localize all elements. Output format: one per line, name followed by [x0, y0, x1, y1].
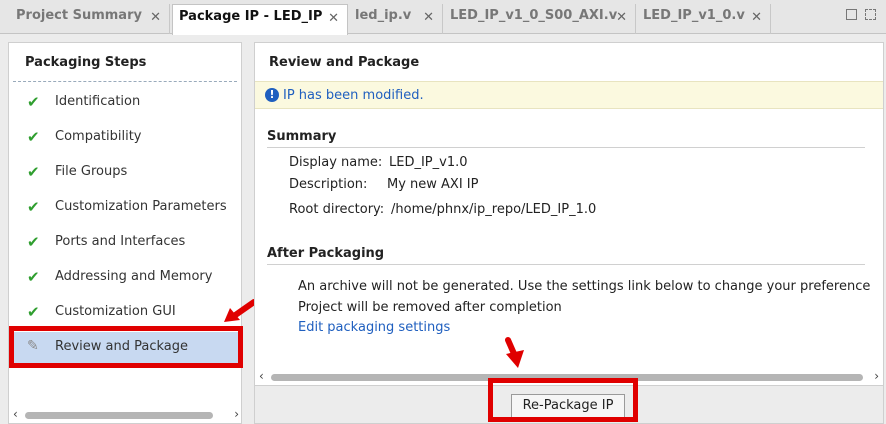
project-note: Project will be removed after completion [298, 300, 562, 315]
tab-label: LED_IP_v1_0_S00_AXI.v [450, 8, 618, 23]
restore-icon[interactable] [865, 9, 876, 20]
tab-led-ip-s00-axi[interactable]: LED_IP_v1_0_S00_AXI.v ✕ [444, 4, 636, 34]
highlight-box [9, 326, 243, 368]
tab-label: led_ip.v [355, 8, 412, 23]
maximize-icon[interactable] [846, 9, 857, 20]
review-package-panel: Review and Package ! IP has been modifie… [254, 42, 884, 424]
step-customization-parameters[interactable]: ✔ Customization Parameters [13, 192, 239, 224]
step-label: Addressing and Memory [55, 269, 213, 284]
info-text: IP has been modified. [283, 88, 424, 103]
root-directory-label: Root directory: [289, 202, 385, 217]
archive-note: An archive will not be generated. Use th… [298, 279, 871, 294]
step-customization-gui[interactable]: ✔ Customization GUI [13, 297, 239, 329]
step-identification[interactable]: ✔ Identification [13, 87, 239, 119]
step-label: Customization GUI [55, 304, 176, 319]
annotation-arrow-icon [505, 337, 524, 368]
tab-label: Project Summary [16, 8, 142, 23]
close-icon[interactable]: ✕ [150, 10, 161, 25]
highlight-box [488, 378, 638, 422]
divider [267, 147, 865, 148]
tab-led-ip-v1-0[interactable]: LED_IP_v1_0.v ✕ [637, 4, 771, 34]
section-title: Summary [267, 129, 337, 144]
check-icon: ✔ [27, 93, 40, 111]
close-icon[interactable]: ✕ [616, 10, 627, 25]
check-icon: ✔ [27, 303, 40, 321]
tab-package-ip[interactable]: Package IP - LED_IP ✕ [172, 4, 348, 35]
check-icon: ✔ [27, 233, 40, 251]
description-label: Description: [289, 177, 368, 192]
info-icon: ! [265, 88, 279, 102]
check-icon: ✔ [27, 128, 40, 146]
scroll-left-icon[interactable]: ‹ [259, 369, 264, 383]
step-compatibility[interactable]: ✔ Compatibility [13, 122, 239, 154]
tab-led-ip-v[interactable]: led_ip.v ✕ [349, 4, 443, 34]
close-icon[interactable]: ✕ [328, 11, 339, 26]
panel-title: Packaging Steps [25, 55, 147, 70]
tab-project-summary[interactable]: Project Summary ✕ [10, 4, 170, 34]
panel-title: Review and Package [269, 55, 420, 70]
tab-label: Package IP - LED_IP [179, 9, 323, 24]
divider [267, 264, 865, 265]
tab-label: LED_IP_v1_0.v [643, 8, 745, 23]
horizontal-scrollbar[interactable]: ‹ › [13, 407, 239, 421]
step-label: Identification [55, 94, 141, 109]
scroll-right-icon[interactable]: › [874, 369, 879, 383]
close-icon[interactable]: ✕ [751, 10, 762, 25]
scroll-right-icon[interactable]: › [234, 407, 239, 421]
step-label: Customization Parameters [55, 199, 227, 214]
tab-bar: Project Summary ✕ Package IP - LED_IP ✕ … [0, 0, 886, 35]
step-label: File Groups [55, 164, 128, 179]
close-icon[interactable]: ✕ [423, 10, 434, 25]
divider [13, 81, 237, 82]
step-ports-and-interfaces[interactable]: ✔ Ports and Interfaces [13, 227, 239, 259]
check-icon: ✔ [27, 198, 40, 216]
description-value: My new AXI IP [387, 177, 479, 192]
root-directory-value: /home/phnx/ip_repo/LED_IP_1.0 [391, 202, 597, 217]
annotation-arrow-icon [224, 299, 257, 322]
display-name-label: Display name: [289, 155, 383, 170]
scroll-left-icon[interactable]: ‹ [13, 407, 18, 421]
step-label: Ports and Interfaces [55, 234, 186, 249]
section-title: After Packaging [267, 246, 385, 261]
check-icon: ✔ [27, 268, 40, 286]
step-addressing-and-memory[interactable]: ✔ Addressing and Memory [13, 262, 239, 294]
info-banner: ! IP has been modified. [255, 81, 883, 109]
edit-packaging-settings-link[interactable]: Edit packaging settings [298, 320, 450, 335]
step-label: Compatibility [55, 129, 142, 144]
step-file-groups[interactable]: ✔ File Groups [13, 157, 239, 189]
display-name-value: LED_IP_v1.0 [389, 155, 468, 170]
check-icon: ✔ [27, 163, 40, 181]
scroll-thumb[interactable] [25, 412, 213, 419]
tab-actions [846, 9, 876, 20]
